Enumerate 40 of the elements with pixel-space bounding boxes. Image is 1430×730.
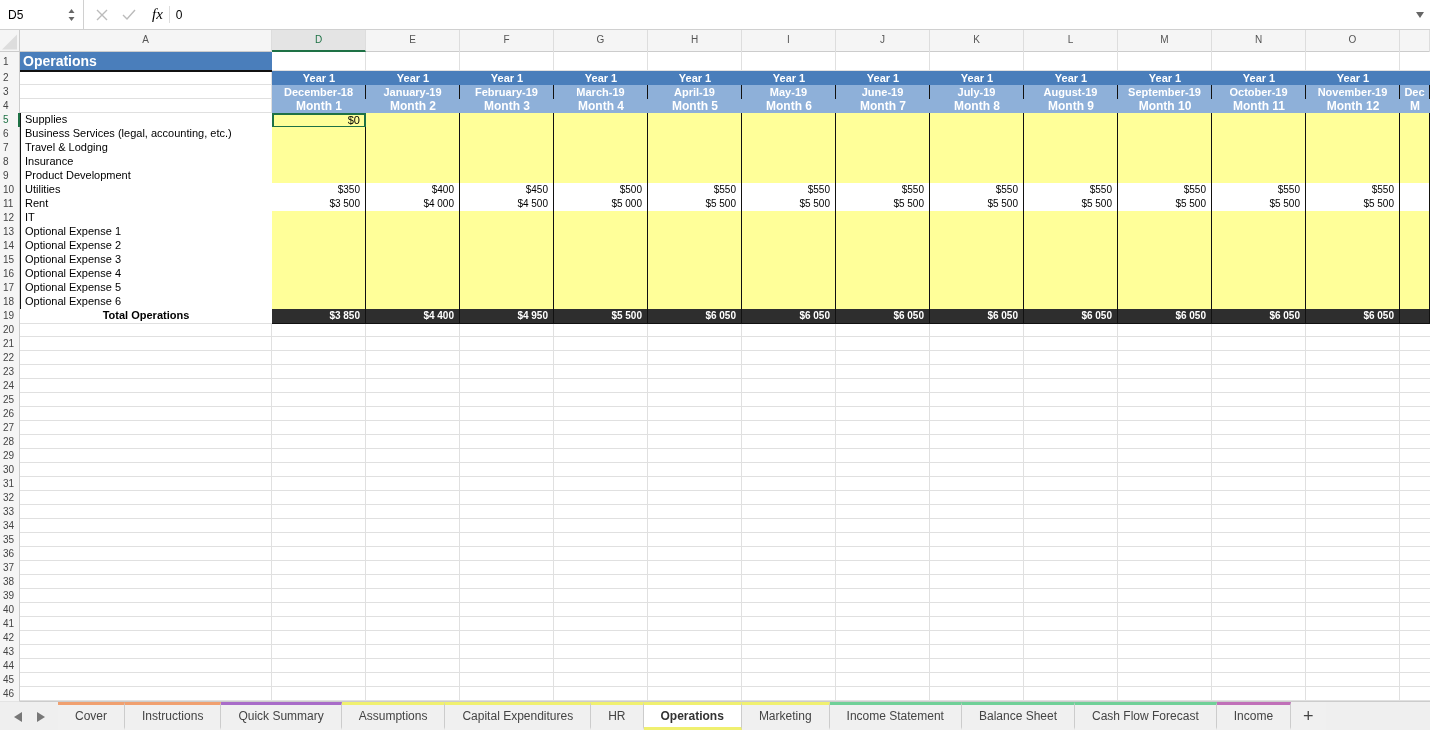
previous-sheet-icon[interactable] [13,711,22,722]
total-cell [1400,309,1430,324]
total-cell: $6 050 [1024,309,1118,324]
total-cell: $6 050 [930,309,1024,324]
row-number[interactable]: 1 [0,52,20,72]
next-sheet-icon[interactable] [36,711,45,722]
dropdown-caret-icon[interactable] [1416,11,1424,18]
sheet-tab[interactable]: Marketing [741,702,830,730]
sheet-tab[interactable]: Income [1216,702,1292,730]
check-icon[interactable] [122,8,136,21]
name-box[interactable]: D5 [0,0,84,29]
sheet-tab[interactable]: Capital Expenditures [445,702,592,730]
column-header[interactable]: D [272,30,366,52]
sheet-tab[interactable]: Balance Sheet [961,702,1075,730]
sheet-tab[interactable]: Instructions [125,702,222,730]
total-label: Total Operations [20,309,272,324]
function-label[interactable]: fx [152,6,170,23]
sheet-tab[interactable]: HR [591,702,644,730]
total-cell: $6 050 [836,309,930,324]
cancel-icon[interactable] [96,8,108,21]
total-cell: $6 050 [648,309,742,324]
total-cell: $3 850 [272,309,366,324]
total-cell: $6 050 [1118,309,1212,324]
select-all-icon[interactable] [2,34,17,50]
sheet-tab[interactable]: Cash Flow Forecast [1075,702,1217,730]
formula-field[interactable]: 0 [175,7,1416,22]
stepper-icon[interactable] [68,7,75,22]
sheet-tab[interactable]: Quick Summary [221,702,342,730]
sheet-title: Operations [20,52,272,72]
total-cell: $6 050 [1212,309,1306,324]
sheet-tab[interactable]: Assumptions [341,702,446,730]
total-cell: $5 500 [554,309,648,324]
total-cell: $6 050 [1306,309,1400,324]
sheet-tab[interactable]: Income Statement [829,702,962,730]
row-number[interactable]: 46 [0,687,20,702]
total-cell: $6 050 [742,309,836,324]
sheet-tab[interactable]: Operations [643,702,742,730]
total-cell: $4 400 [366,309,460,324]
sheet-tab[interactable]: Cover [58,702,125,730]
total-cell: $4 950 [460,309,554,324]
